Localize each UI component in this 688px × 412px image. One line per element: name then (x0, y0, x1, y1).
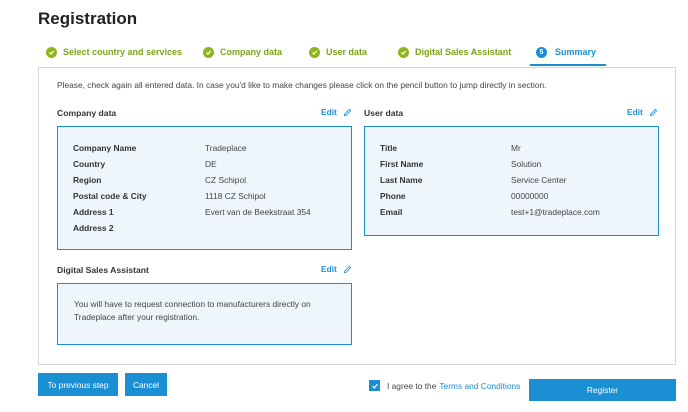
step-label: User data (326, 47, 368, 57)
field-value: test+1@tradeplace.com (511, 207, 600, 217)
field-label: Country (73, 159, 106, 169)
progress-steps: Select country and services Company data… (38, 40, 678, 66)
field-label: Region (73, 175, 102, 185)
terms-agreement: I agree to the Terms and Conditions (369, 380, 520, 391)
check-icon (398, 46, 409, 58)
field-value: Solution (511, 159, 542, 169)
field-value: CZ Schipol (205, 175, 246, 185)
pencil-icon (343, 265, 352, 273)
field-value: Mr (511, 143, 521, 153)
step-label: Summary (555, 47, 597, 57)
field-value: 00000000 (511, 191, 549, 201)
step-digital-sales-assistant[interactable]: Digital Sales Assistant (398, 40, 511, 64)
register-button[interactable]: Register (529, 379, 676, 401)
field-label: Address 2 (73, 223, 114, 233)
field-label: Address 1 (73, 207, 114, 217)
step-label: Digital Sales Assistant (415, 47, 512, 57)
step-number: 5 (536, 46, 547, 58)
company-section-title: Company data (57, 108, 117, 118)
user-data-box: Title Mr First Name Solution Last Name S… (364, 126, 659, 236)
page-title: Registration (38, 9, 138, 28)
field-label: Postal code & City (73, 191, 147, 201)
cancel-button[interactable]: Cancel (125, 373, 167, 396)
terms-link[interactable]: Terms and Conditions (439, 381, 520, 391)
company-data-box: Company Name Tradeplace Country DE Regio… (57, 126, 352, 250)
summary-panel: Please, check again all entered data. In… (38, 67, 676, 365)
edit-label: Edit (321, 264, 337, 274)
step-company-data[interactable]: Company data (203, 40, 282, 64)
field-label: Last Name (380, 175, 423, 185)
step-label: Company data (220, 47, 283, 57)
check-icon (309, 46, 320, 58)
company-edit-button[interactable]: Edit (321, 107, 352, 117)
previous-step-button[interactable]: To previous step (38, 373, 118, 396)
edit-label: Edit (321, 107, 337, 117)
field-value: Evert van de Beekstraat 354 (205, 207, 311, 217)
field-label: First Name (380, 159, 424, 169)
dsa-text: You will have to request connection to m… (74, 299, 311, 322)
dsa-section-title: Digital Sales Assistant (57, 265, 149, 275)
step-summary[interactable]: 5 Summary (530, 40, 607, 66)
step-label: Select country and services (63, 47, 183, 57)
step-select-country[interactable]: Select country and services (46, 40, 182, 64)
edit-label: Edit (627, 107, 643, 117)
field-label: Title (380, 143, 398, 153)
pencil-icon (649, 108, 658, 116)
intro-text: Please, check again all entered data. In… (57, 80, 547, 90)
user-edit-button[interactable]: Edit (627, 107, 658, 117)
field-label: Email (380, 207, 403, 217)
field-label: Phone (380, 191, 406, 201)
dsa-box: You will have to request connection to m… (57, 283, 352, 345)
agree-checkbox[interactable] (369, 380, 380, 391)
field-label: Company Name (73, 143, 137, 153)
check-icon (46, 46, 57, 58)
field-value: 1118 CZ Schipol (205, 191, 266, 201)
field-value: Tradeplace (205, 143, 247, 153)
user-section-title: User data (364, 108, 404, 118)
field-value: DE (205, 159, 217, 169)
check-icon (203, 46, 214, 58)
checkbox-checked-icon (371, 383, 378, 389)
agree-text: I agree to the (387, 380, 437, 391)
dsa-edit-button[interactable]: Edit (321, 264, 352, 274)
pencil-icon (343, 108, 352, 116)
step-user-data[interactable]: User data (309, 40, 367, 64)
field-value: Service Center (511, 175, 567, 185)
